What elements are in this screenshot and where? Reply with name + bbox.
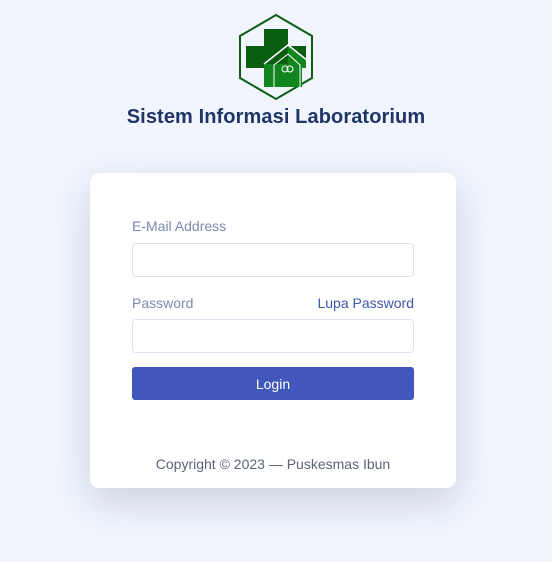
password-label: Password [132,295,194,311]
brand-header: Sistem Informasi Laboratorium [0,12,552,129]
copyright-text: Copyright © 2023 — Puskesmas Ibun [155,456,391,472]
email-field[interactable] [132,243,414,277]
login-button[interactable]: Login [132,367,414,400]
health-cross-house-icon [239,13,313,101]
email-label: E-Mail Address [132,218,227,234]
login-card: E-Mail Address Password Lupa Password Lo… [90,173,456,488]
forgot-password-link[interactable]: Lupa Password [317,295,414,311]
login-form: E-Mail Address Password Lupa Password Lo… [132,217,414,400]
page-title: Sistem Informasi Laboratorium [126,106,426,128]
password-field[interactable] [132,319,414,353]
password-label-row: Password Lupa Password [132,294,414,312]
